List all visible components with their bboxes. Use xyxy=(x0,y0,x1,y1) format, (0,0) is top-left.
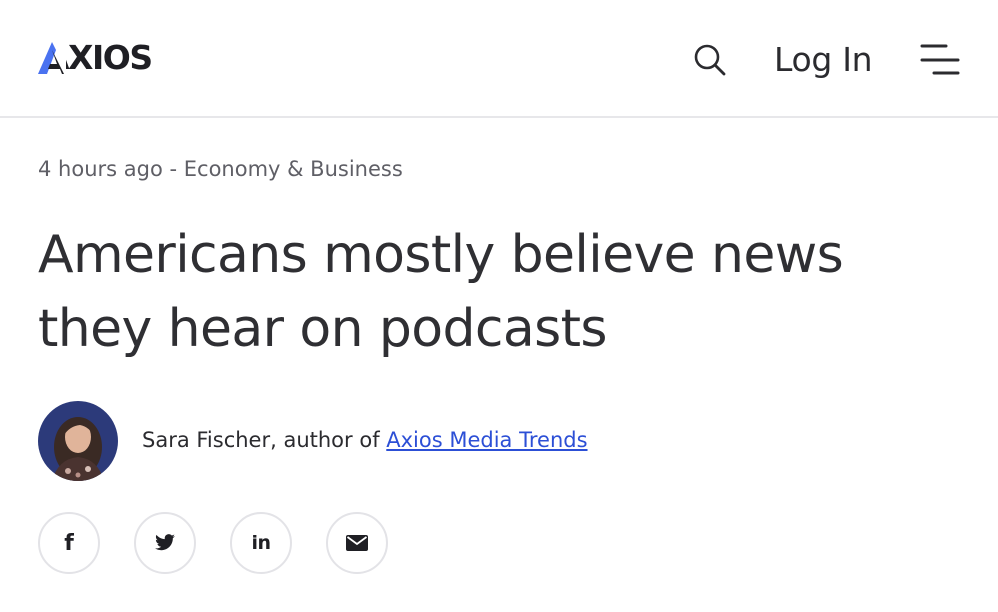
share-twitter-button[interactable] xyxy=(134,512,196,574)
newsletter-link[interactable]: Axios Media Trends xyxy=(386,428,587,452)
author-photo xyxy=(38,401,118,481)
axios-logo-mark xyxy=(38,42,64,74)
timestamp: 4 hours ago xyxy=(38,157,163,181)
author-avatar[interactable] xyxy=(38,401,118,481)
axios-logo[interactable]: AXIOS xyxy=(38,38,152,78)
menu-button[interactable] xyxy=(918,40,962,80)
twitter-icon xyxy=(155,534,175,551)
facebook-icon: f xyxy=(64,530,74,556)
meta-separator: - xyxy=(162,157,184,181)
author-byline: Sara Fischer, author of Axios Media Tren… xyxy=(142,424,588,456)
site-header: AXIOS Log In xyxy=(0,0,998,118)
article-headline: Americans mostly believe news they hear … xyxy=(38,225,844,359)
author-name: Sara Fischer, author of xyxy=(142,428,387,452)
search-button[interactable] xyxy=(690,40,730,80)
login-link[interactable]: Log In xyxy=(774,38,873,82)
share-facebook-button[interactable]: f xyxy=(38,512,100,574)
article-meta: 4 hours ago - Economy & Business xyxy=(38,154,403,184)
search-icon xyxy=(694,44,726,76)
category-link[interactable]: Economy & Business xyxy=(184,157,403,181)
menu-icon xyxy=(920,44,960,75)
linkedin-icon: in xyxy=(251,532,271,554)
share-linkedin-button[interactable]: in xyxy=(230,512,292,574)
email-icon xyxy=(346,535,368,551)
share-email-button[interactable] xyxy=(326,512,388,574)
